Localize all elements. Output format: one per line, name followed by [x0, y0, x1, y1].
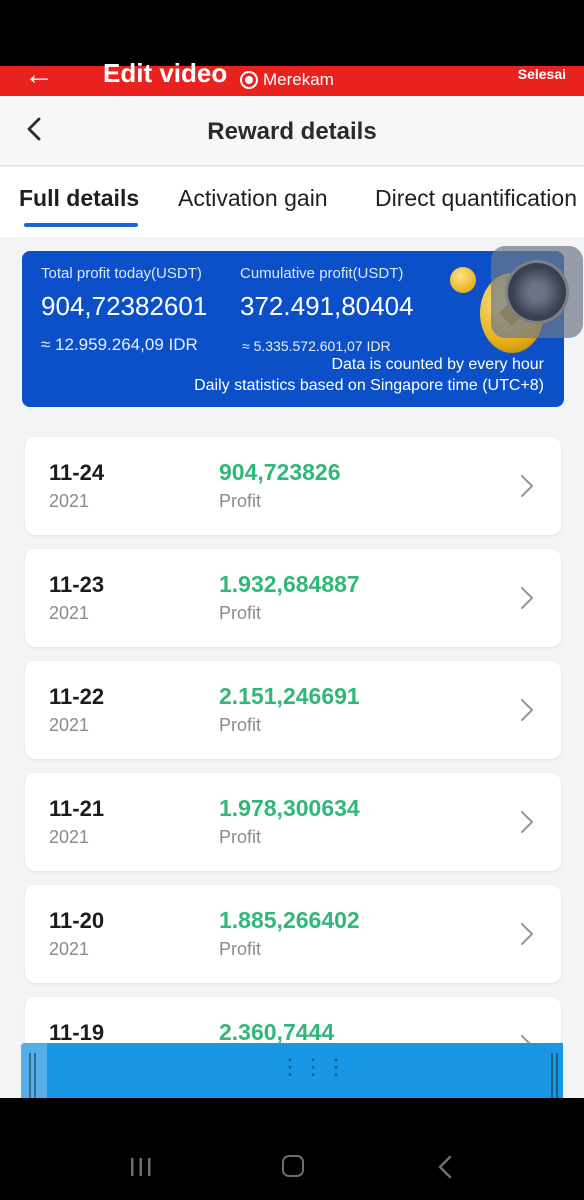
back-arrow-icon[interactable]: ← — [24, 60, 54, 90]
row-date: 11-21 — [49, 796, 105, 821]
row-year: 2021 — [49, 939, 90, 959]
tab-direct-quantification[interactable]: Direct quantification — [375, 185, 577, 212]
cumulative-profit-label: Cumulative profit(USDT) — [240, 265, 404, 282]
record-label: Merekam — [263, 70, 334, 89]
today-profit-label: Total profit today(USDT) — [41, 265, 202, 282]
list-item[interactable]: 11-24 2021 904,723826 Profit — [25, 437, 561, 535]
app-header: Reward details — [0, 96, 584, 166]
chevron-right-icon — [520, 922, 534, 946]
row-date: 11-24 — [49, 460, 105, 485]
cumulative-profit-idr: ≈ 5.335.572.601,07 IDR — [242, 338, 391, 354]
row-label: Profit — [219, 715, 262, 735]
active-tab-indicator — [24, 223, 138, 227]
record-icon — [240, 71, 258, 89]
chevron-right-icon — [520, 698, 534, 722]
row-year: 2021 — [49, 715, 90, 735]
list-item[interactable]: 11-23 2021 1.932,684887 Profit — [25, 549, 561, 647]
row-label: Profit — [219, 491, 262, 511]
tab-activation-gain[interactable]: Activation gain — [178, 185, 328, 212]
recorder-icon — [505, 260, 569, 324]
profit-summary-card: Total profit today(USDT) 904,72382601 ≈ … — [22, 251, 564, 407]
row-label: Profit — [219, 939, 262, 959]
row-amount: 1.932,684887 — [219, 571, 360, 597]
hourly-note: Data is counted by every hour — [331, 356, 544, 373]
list-item[interactable]: 11-20 2021 1.885,266402 Profit — [25, 885, 561, 983]
editor-title: Edit video — [103, 58, 228, 88]
row-date: 11-23 — [49, 572, 105, 597]
drag-grip-icon[interactable]: ⋮⋮⋮ — [279, 1056, 348, 1078]
tab-full-details[interactable]: Full details — [19, 185, 139, 212]
record-indicator: Merekam — [240, 70, 334, 90]
page-title: Reward details — [207, 118, 377, 145]
row-label: Profit — [219, 603, 262, 623]
chevron-right-icon — [520, 474, 534, 498]
row-amount: 904,723826 — [219, 459, 341, 485]
cumulative-profit-value: 372.491,80404 — [240, 291, 414, 321]
timezone-note: Daily statistics based on Singapore time… — [194, 377, 544, 394]
recent-apps-icon[interactable] — [130, 1157, 152, 1177]
row-label: Profit — [219, 827, 262, 847]
today-profit-idr: ≈ 12.959.264,09 IDR — [41, 335, 198, 354]
video-editor-bar: ← Edit video Merekam Selesai — [0, 58, 584, 96]
chevron-right-icon — [520, 586, 534, 610]
row-date: 11-22 — [49, 684, 105, 709]
row-amount: 1.978,300634 — [219, 795, 360, 821]
row-year: 2021 — [49, 603, 90, 623]
app-screen: Reward details Full details Activation g… — [0, 96, 584, 1098]
done-button[interactable]: Selesai — [518, 66, 566, 82]
status-bar-area — [0, 0, 584, 66]
row-year: 2021 — [49, 827, 90, 847]
home-icon[interactable] — [282, 1155, 304, 1177]
list-item[interactable]: 11-21 2021 1.978,300634 Profit — [25, 773, 561, 871]
chevron-right-icon — [520, 810, 534, 834]
row-amount: 1.885,266402 — [219, 907, 360, 933]
row-amount: 2.360,7444 — [219, 1019, 335, 1045]
navigation-bar — [0, 1098, 584, 1200]
today-profit-value: 904,72382601 — [41, 291, 208, 321]
list-item[interactable]: 11-22 2021 2.151,246691 Profit — [25, 661, 561, 759]
small-coin-icon — [450, 267, 476, 293]
row-date: 11-20 — [49, 908, 105, 933]
tab-bar: Full details Activation gain Direct quan… — [0, 167, 584, 237]
screen-recorder-bubble[interactable] — [491, 246, 583, 338]
row-year: 2021 — [49, 491, 90, 511]
nav-back-icon[interactable] — [437, 1155, 453, 1179]
row-amount: 2.151,246691 — [219, 683, 360, 709]
